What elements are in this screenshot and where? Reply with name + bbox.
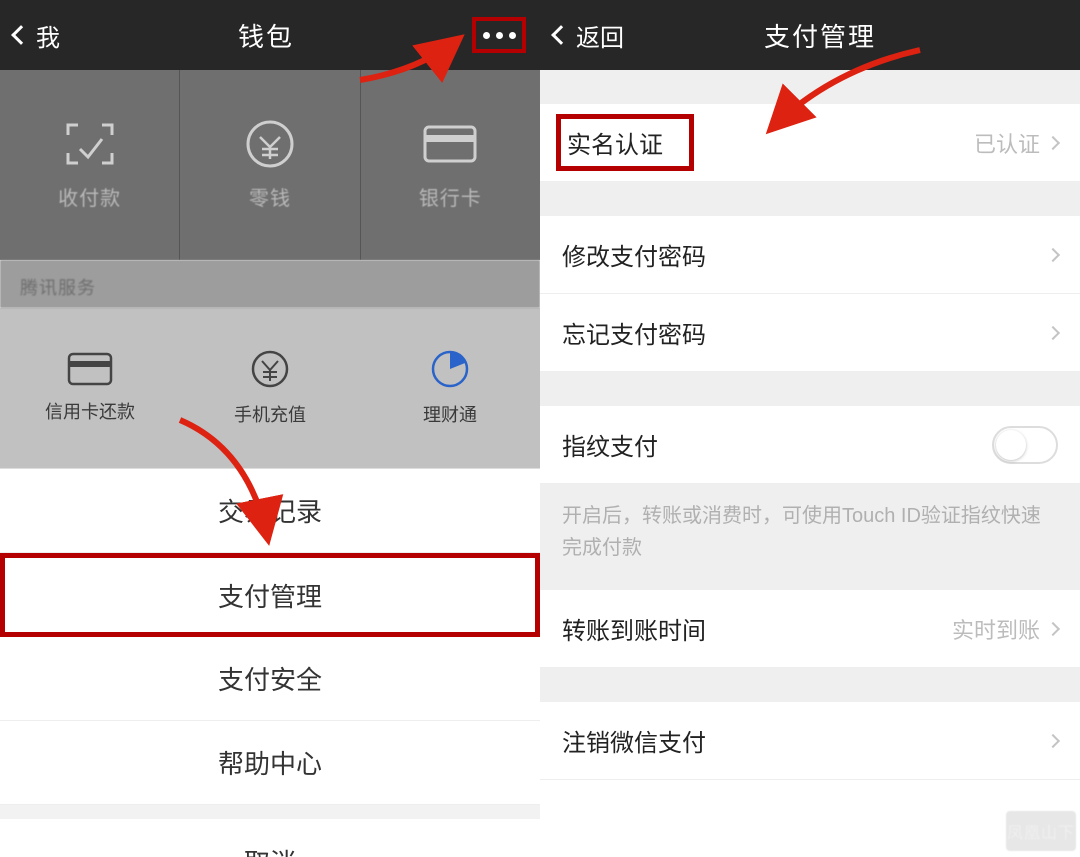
page-title: 支付管理 xyxy=(574,17,1066,54)
payment-manage-header: 返回 支付管理 xyxy=(540,0,1080,70)
tile-label: 零钱 xyxy=(249,182,291,211)
service-label: 信用卡还款 xyxy=(45,398,135,424)
cell-fingerprint-pay[interactable]: 指纹支付 xyxy=(540,406,1080,484)
action-sheet: 交易记录 支付管理 支付安全 帮助中心 取消 xyxy=(0,468,540,857)
section-gap xyxy=(540,182,1080,216)
tile-bank-card[interactable]: 银行卡 xyxy=(361,70,540,260)
cell-transfer-arrival[interactable]: 转账到账时间 实时到账 xyxy=(540,590,1080,668)
cell-label: 指纹支付 xyxy=(562,427,658,462)
section-gap xyxy=(540,70,1080,104)
credit-card-icon xyxy=(67,352,113,386)
cell-value: 实时到账 xyxy=(952,613,1058,645)
tile-receive-pay[interactable]: 收付款 xyxy=(0,70,180,260)
sheet-gap xyxy=(0,805,540,819)
more-menu-button[interactable] xyxy=(472,17,526,53)
back-button[interactable]: 我 xyxy=(14,18,60,53)
tile-label: 银行卡 xyxy=(419,182,482,211)
cell-label: 忘记支付密码 xyxy=(562,315,706,350)
section-gap xyxy=(540,668,1080,702)
cell-label: 转账到账时间 xyxy=(562,611,706,646)
cell-change-pay-pwd[interactable]: 修改支付密码 xyxy=(540,216,1080,294)
yen-circle-icon xyxy=(250,349,290,389)
chevron-right-icon xyxy=(1046,135,1060,149)
tile-balance[interactable]: 零钱 xyxy=(180,70,360,260)
wallet-header: 我 钱包 xyxy=(0,0,540,70)
cell-real-name-verify[interactable]: 实名认证 已认证 xyxy=(540,104,1080,182)
page-title: 钱包 xyxy=(60,17,472,54)
services-header: 腾讯服务 xyxy=(0,260,540,308)
sheet-item-payment-manage[interactable]: 支付管理 xyxy=(0,553,540,637)
services-row: 信用卡还款 手机充值 理财通 xyxy=(0,308,540,468)
card-icon xyxy=(420,120,480,168)
chevron-right-icon xyxy=(1046,733,1060,747)
watermark: 凤凰山下 xyxy=(1006,811,1076,851)
service-licaitong[interactable]: 理财通 xyxy=(360,308,540,468)
tile-label: 收付款 xyxy=(58,182,121,211)
pie-icon xyxy=(430,349,470,389)
screenshot-left-wallet: 我 钱包 收付款 xyxy=(0,0,540,857)
cell-cancel-wechat-pay[interactable]: 注销微信支付 xyxy=(540,702,1080,780)
back-label: 我 xyxy=(36,18,60,53)
fingerprint-hint: 开启后，转账或消费时，可使用Touch ID验证指纹快速完成付款 xyxy=(540,484,1080,590)
service-label: 理财通 xyxy=(423,401,477,427)
cell-label: 实名认证 xyxy=(556,114,694,171)
cell-value: 已认证 xyxy=(974,127,1058,159)
service-credit-repay[interactable]: 信用卡还款 xyxy=(0,308,180,468)
cell-label: 修改支付密码 xyxy=(562,237,706,272)
cell-forgot-pay-pwd[interactable]: 忘记支付密码 xyxy=(540,294,1080,372)
chevron-right-icon xyxy=(1046,247,1060,261)
service-label: 手机充值 xyxy=(234,401,306,427)
screenshot-right-payment-manage: 返回 支付管理 实名认证 已认证 修改支付密码 忘记支付密码 指纹支付 开启后，… xyxy=(540,0,1080,857)
section-gap xyxy=(540,372,1080,406)
sheet-item-transactions[interactable]: 交易记录 xyxy=(0,469,540,553)
fingerprint-toggle[interactable] xyxy=(992,426,1058,464)
scan-icon xyxy=(60,120,120,168)
sheet-item-help-center[interactable]: 帮助中心 xyxy=(0,721,540,805)
chevron-right-icon xyxy=(1046,621,1060,635)
chevron-left-icon xyxy=(551,25,571,45)
chevron-right-icon xyxy=(1046,325,1060,339)
chevron-left-icon xyxy=(11,25,31,45)
sheet-item-payment-security[interactable]: 支付安全 xyxy=(0,637,540,721)
coin-icon xyxy=(240,120,300,168)
cell-label: 注销微信支付 xyxy=(562,723,706,758)
sheet-cancel[interactable]: 取消 xyxy=(0,819,540,857)
service-phone-topup[interactable]: 手机充值 xyxy=(180,308,360,468)
wallet-tile-row: 收付款 零钱 银行卡 xyxy=(0,70,540,260)
